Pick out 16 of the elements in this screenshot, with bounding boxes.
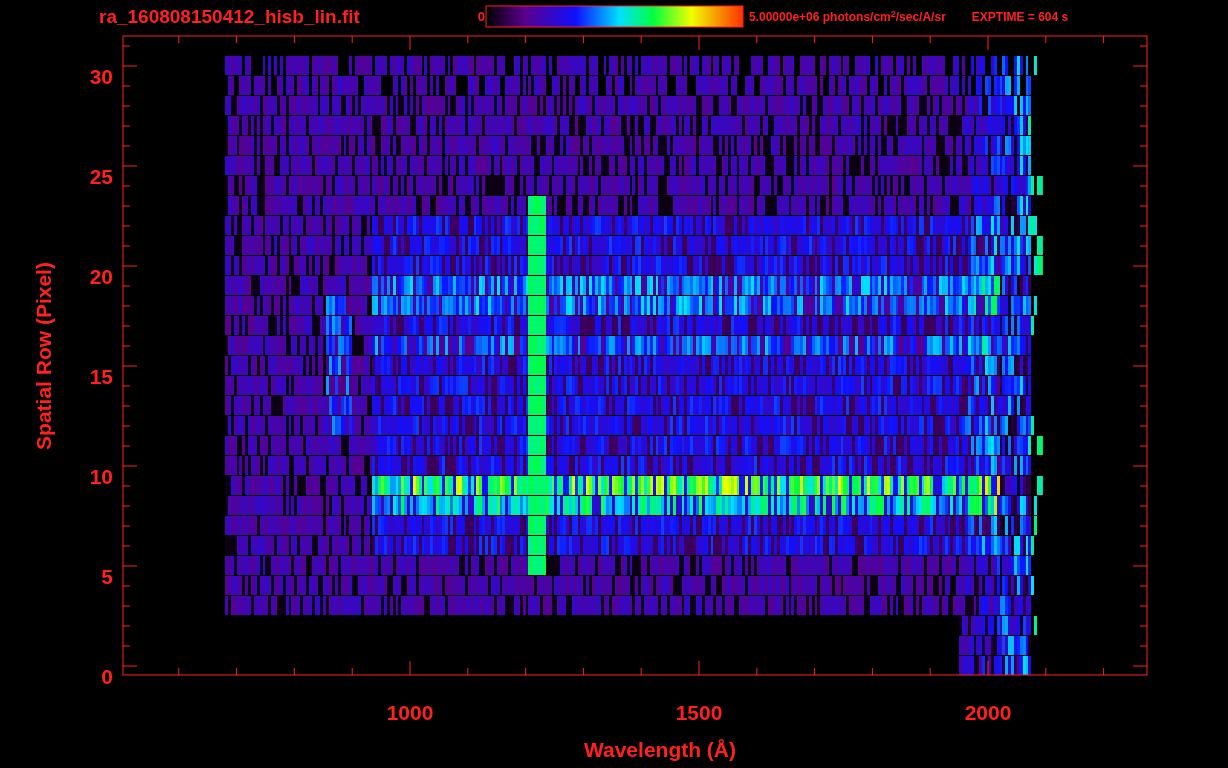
x-tick-label: 2000 [964,701,1012,724]
y-tick-label: 20 [89,265,113,288]
file-title: ra_160808150412_hisb_lin.fit [99,4,361,29]
x-tick-label: 1000 [386,701,434,724]
exposure-time-label: EXPTIME = 604 s [971,9,1069,26]
y-tick-label: 30 [89,65,113,88]
x-tick-label: 1500 [675,701,723,724]
y-tick-label: 5 [101,565,113,588]
colorbar-max-label: 5.00000e+06 photons/cm$^{2}$/sec/A/sr [749,8,946,26]
x-axis-label: Wavelength (Å) [583,738,737,761]
y-axis-label: Spatial Row (Pixel) [32,262,55,450]
y-tick-label: 15 [89,365,113,388]
y-tick-label: 0 [101,665,113,688]
y-tick-label: 10 [89,465,113,488]
colorbar-min-label: 0 [476,8,485,27]
y-tick-label: 25 [89,165,113,188]
